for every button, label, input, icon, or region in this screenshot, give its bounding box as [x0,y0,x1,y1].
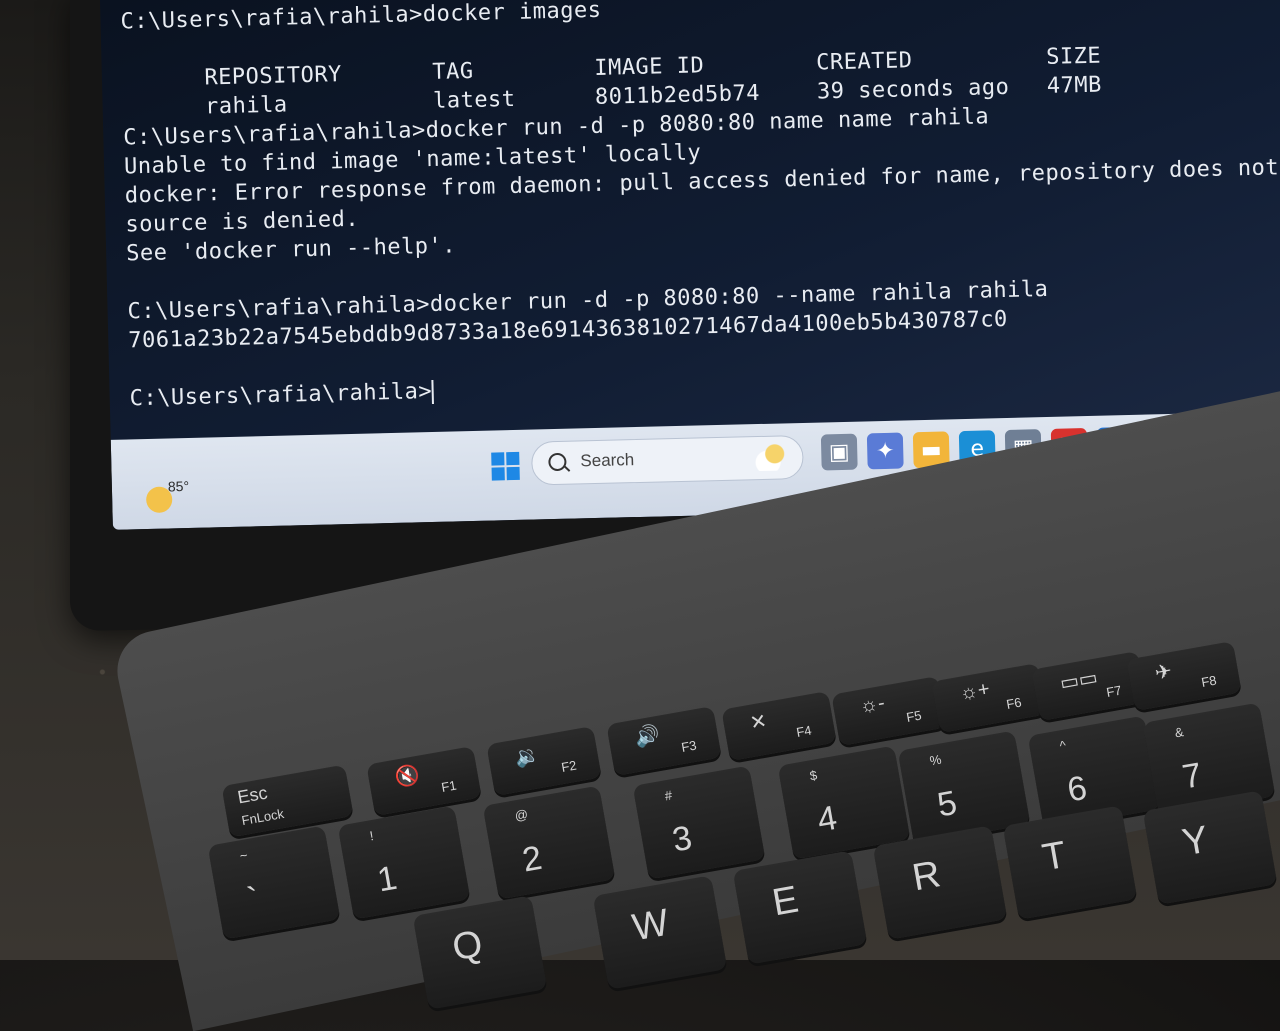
key-sub-legend: FnLock [240,805,286,829]
key-legend: T [1039,833,1070,880]
key-legend: 4 [814,798,840,840]
letter-q-key[interactable]: Q [412,895,548,1010]
key-legend: ✈ [1153,660,1174,685]
key-sub-legend: & [1173,724,1185,741]
key-legend: 6 [1064,768,1090,810]
key-sub-legend: F6 [1005,694,1023,712]
letter-r-key[interactable]: R [872,825,1008,940]
f6-key[interactable]: ☼+ F6 [931,663,1047,733]
letter-y-key[interactable]: Y [1142,790,1278,905]
key-legend: ▭▭ [1058,666,1100,695]
key-sub-legend: $ [808,767,819,784]
tilde-key[interactable]: ` ~ [207,825,341,940]
key-sub-legend: @ [513,806,530,824]
key-legend: 3 [669,818,695,860]
f2-key[interactable]: 🔉 F2 [486,726,602,796]
key-sub-legend: F1 [440,777,458,795]
key-sub-legend: # [663,787,674,804]
key-legend: 5 [934,783,960,825]
key-legend: Q [449,922,486,970]
key-sub-legend: ! [368,828,375,844]
key-legend: ☼+ [957,677,992,705]
key-sub-legend: F8 [1200,672,1218,690]
key-sub-legend: % [928,751,943,769]
key-legend: E [769,878,802,925]
key-legend: 🔊 [633,723,662,750]
key-legend: 🔇 [393,763,422,790]
key-legend: ☼- [857,691,887,718]
f1-key[interactable]: 🔇 F1 [366,746,482,816]
f4-key[interactable]: ✕ F4 [721,691,837,761]
f3-key[interactable]: 🔊 F3 [606,706,722,776]
key-sub-legend: F5 [905,707,923,725]
key-sub-legend: F7 [1105,682,1123,700]
key-legend: Esc [235,782,269,808]
three-key[interactable]: 3 # [632,765,766,880]
f8-key[interactable]: ✈ F8 [1126,641,1242,711]
key-legend: 2 [519,838,545,880]
key-sub-legend: F3 [680,737,698,755]
key-sub-legend: ^ [1058,737,1068,754]
esc-key[interactable]: Esc FnLock [221,764,354,838]
letter-t-key[interactable]: T [1002,805,1138,920]
f5-key[interactable]: ☼- F5 [831,676,947,746]
one-key[interactable]: 1! [337,805,471,920]
letter-e-key[interactable]: E [732,850,868,965]
key-legend: 🔉 [513,743,542,770]
key-sub-legend: F4 [795,722,813,740]
key-legend: Y [1179,818,1212,865]
key-sub-legend: ~ [238,847,249,864]
keyboard: Esc FnLock 🔇 F1 🔉 F2 🔊 F3 ✕ F4 ☼- F5 ☼+ F6 ▭▭ F7 ✈ F8 ` ~1!… [0,0,1280,1010]
key-legend: 7 [1179,755,1205,797]
key-legend: W [629,901,672,950]
key-legend: 1 [374,858,400,900]
letter-w-key[interactable]: W [592,875,728,990]
key-legend: R [909,853,944,900]
key-legend: ✕ [748,710,769,735]
two-key[interactable]: 2 @ [482,785,616,900]
key-legend: ` [244,880,263,920]
key-sub-legend: F2 [560,757,578,775]
